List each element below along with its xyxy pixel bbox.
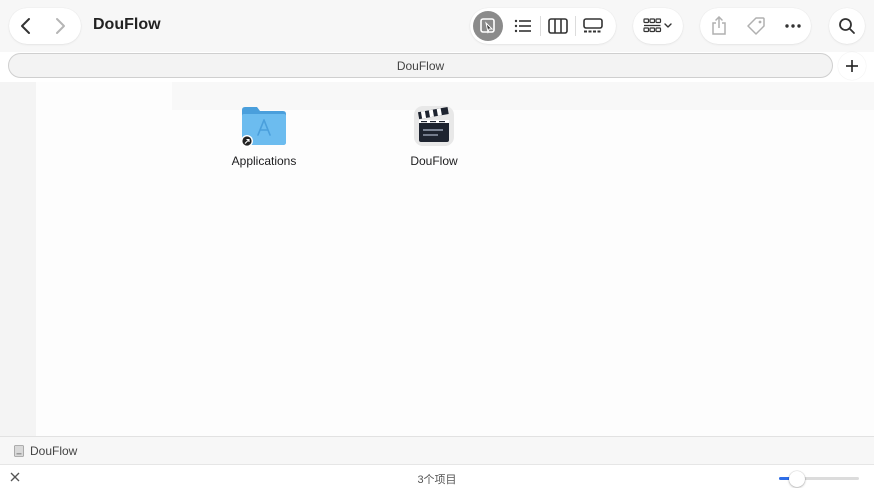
file-item-label: DouFlow [410,154,458,168]
search-button[interactable] [829,8,865,44]
path-bar: DouFlow [0,436,874,464]
search-icon [839,18,855,34]
clapperboard-app-icon [414,106,454,146]
tab-bar[interactable]: DouFlow [8,53,833,78]
list-view-icon [514,19,531,33]
list-view-button[interactable] [506,8,540,44]
plus-icon [846,60,858,72]
icon-view-icon [480,18,495,34]
selected-view-indicator [473,11,503,41]
share-icon [711,16,726,35]
chevron-right-icon [56,18,65,34]
forward-button[interactable] [43,8,77,44]
disk-image-icon [14,444,24,457]
gallery-view-button[interactable] [576,8,610,44]
more-button[interactable] [774,8,811,44]
view-mode-group [470,8,616,44]
group-by-button[interactable] [633,8,683,44]
navigation-group [9,8,81,44]
new-tab-button[interactable] [838,52,866,80]
tag-button[interactable] [737,8,774,44]
gallery-view-icon [583,18,603,33]
sidebar [0,82,36,436]
item-count: 3个项目 [417,474,457,486]
actions-group [700,8,811,44]
ellipsis-icon [784,24,801,28]
column-view-icon [548,18,568,34]
file-item-applications[interactable]: Applications [209,104,319,168]
grid-group-icon [643,18,672,33]
file-item-label: Applications [231,154,297,168]
column-view-button[interactable] [541,8,575,44]
path-bar-label[interactable]: DouFlow [30,444,77,458]
tab-label: DouFlow [396,58,445,73]
icon-size-slider[interactable] [779,471,859,487]
status-bar: 3个项目 [0,464,874,488]
toolbar: DouFlow [0,0,874,52]
tag-icon [746,17,765,35]
window-title: DouFlow [93,16,161,33]
icon-view-button[interactable] [470,8,506,44]
chevron-left-icon [21,18,30,34]
back-button[interactable] [9,8,43,44]
share-button[interactable] [700,8,737,44]
file-item-douflow[interactable]: DouFlow [379,104,489,168]
applications-folder-alias-icon [241,107,286,147]
